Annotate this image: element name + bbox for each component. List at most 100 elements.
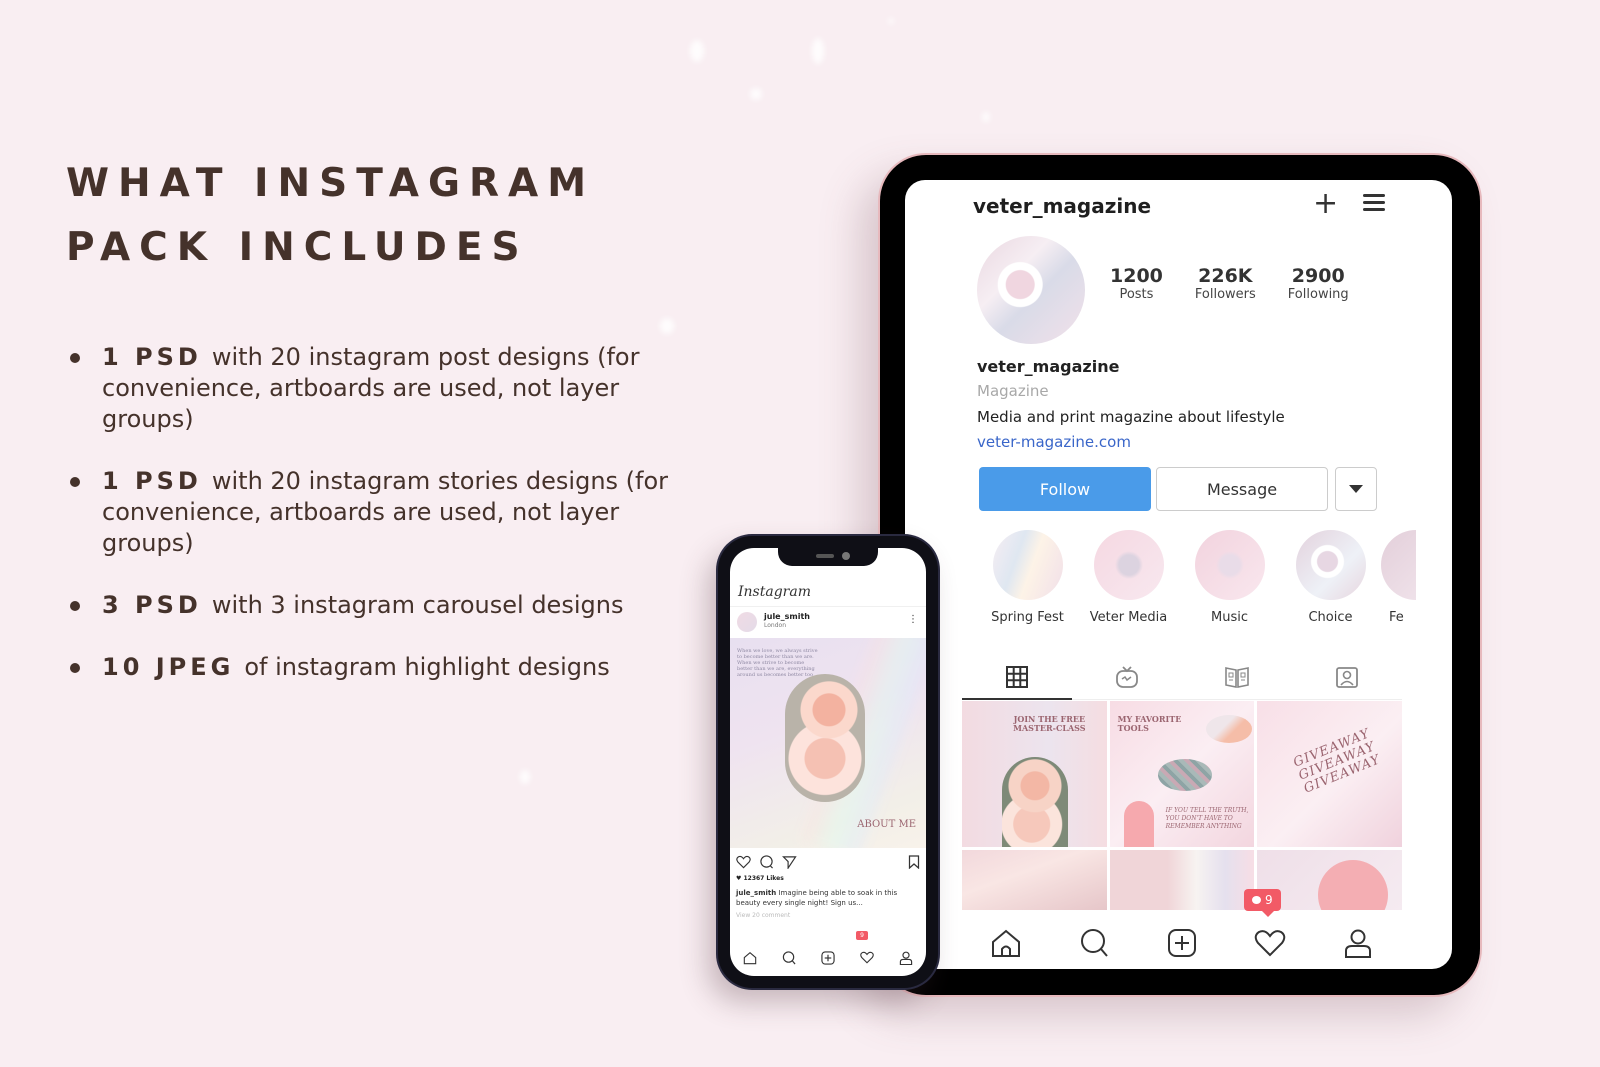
grid-post[interactable]: MY FAVORITE TOOLS IF YOU TELL THE TRUTH,… bbox=[1109, 701, 1255, 847]
profile-name: veter_magazine bbox=[977, 357, 1120, 376]
tab-igtv[interactable] bbox=[1072, 655, 1182, 699]
post-body-text: When we love, we always strive to become… bbox=[737, 648, 818, 678]
igtv-icon bbox=[1116, 666, 1138, 688]
nav-home[interactable] bbox=[988, 925, 1024, 961]
post-title: JOIN THE FREE MASTER-CLASS bbox=[1013, 714, 1086, 733]
highlight-label: Music bbox=[1211, 610, 1248, 625]
background-sparkle bbox=[750, 88, 762, 100]
flower-photo bbox=[785, 674, 865, 802]
notification-count: 9 bbox=[1265, 893, 1273, 907]
post-caption: jule_smith Imagine being able to soak in… bbox=[736, 888, 920, 908]
likes-text: 12367 Likes bbox=[743, 875, 784, 882]
bullet-icon bbox=[70, 353, 80, 363]
highlight-label: Fe bbox=[1389, 610, 1404, 625]
plus-icon[interactable]: + bbox=[1313, 186, 1338, 221]
profile-stats: 1200 Posts 226K Followers 2900 Following bbox=[1110, 265, 1381, 302]
feature-item: 10 JPEG of instagram highlight designs bbox=[70, 652, 710, 683]
story-highlights: Spring Fest Veter Media Music Choice Fe bbox=[977, 530, 1421, 625]
like-heart-icon[interactable] bbox=[736, 855, 751, 869]
search-icon[interactable] bbox=[782, 951, 796, 965]
highlight-item[interactable]: Choice bbox=[1280, 530, 1381, 625]
post-image bbox=[1157, 759, 1212, 791]
profile-icon bbox=[1345, 929, 1371, 958]
highlight-cover bbox=[1295, 530, 1366, 600]
post-username[interactable]: jule_smith bbox=[764, 612, 810, 621]
more-options-icon[interactable]: ⋮ bbox=[908, 614, 918, 625]
feature-description: with 3 instagram carousel designs bbox=[211, 591, 624, 619]
post-avatar[interactable] bbox=[737, 612, 757, 632]
posts-grid: JOIN THE FREE MASTER-CLASS MY FAVORITE T… bbox=[962, 701, 1402, 910]
search-icon bbox=[1081, 929, 1108, 957]
stat-following[interactable]: 2900 Following bbox=[1288, 265, 1349, 302]
stat-posts[interactable]: 1200 Posts bbox=[1110, 265, 1163, 302]
background-sparkle bbox=[520, 770, 530, 784]
profile-icon[interactable] bbox=[899, 951, 913, 965]
highlight-label: Spring Fest bbox=[991, 610, 1064, 625]
hamburger-menu-icon[interactable] bbox=[1363, 194, 1385, 215]
stat-value: 1200 bbox=[1110, 265, 1163, 287]
home-icon[interactable] bbox=[743, 951, 757, 965]
stat-value: 226K bbox=[1198, 265, 1253, 287]
post-image[interactable]: When we love, we always strive to become… bbox=[730, 638, 926, 848]
grid-post[interactable] bbox=[962, 850, 1107, 910]
post-title: MY FAVORITE TOOLS bbox=[1117, 714, 1182, 733]
caption-username[interactable]: jule_smith bbox=[736, 889, 776, 897]
add-post-icon bbox=[1168, 929, 1196, 957]
grid-icon bbox=[1006, 666, 1028, 688]
post-actions bbox=[736, 854, 920, 870]
profile-website-link[interactable]: veter-magazine.com bbox=[977, 433, 1131, 451]
camera-icon bbox=[842, 552, 850, 560]
stat-value: 2900 bbox=[1291, 265, 1345, 287]
grid-post[interactable] bbox=[1109, 850, 1255, 910]
highlight-item[interactable]: Music bbox=[1179, 530, 1280, 625]
comment-icon[interactable] bbox=[759, 855, 774, 869]
feature-quantity: 1 PSD bbox=[102, 343, 202, 371]
highlight-item[interactable]: Veter Media bbox=[1078, 530, 1179, 625]
notification-badge: 9 bbox=[856, 930, 868, 940]
highlight-item[interactable]: Spring Fest bbox=[977, 530, 1078, 625]
profile-tabs bbox=[962, 655, 1402, 700]
suggested-dropdown-button[interactable] bbox=[1335, 467, 1377, 511]
guides-icon bbox=[1225, 667, 1249, 688]
nav-search[interactable] bbox=[1076, 925, 1112, 961]
share-icon[interactable] bbox=[782, 855, 797, 869]
post-title: GIVEAWAY GIVEAWAY GIVEAWAY bbox=[1291, 726, 1384, 797]
nav-activity[interactable]: 9 bbox=[1244, 889, 1288, 961]
highlight-label: Choice bbox=[1308, 610, 1353, 625]
post-quote: IF YOU TELL THE TRUTH, YOU DON'T HAVE TO… bbox=[1165, 807, 1249, 830]
feature-list: 1 PSD with 20 instagram post designs (for… bbox=[70, 342, 710, 683]
view-comments-link[interactable]: View 20 comment bbox=[736, 912, 790, 919]
tab-guides[interactable] bbox=[1182, 655, 1292, 699]
background-sparkle bbox=[690, 40, 704, 62]
post-header: jule_smith London ⋮ bbox=[730, 606, 926, 639]
stat-label: Following bbox=[1287, 287, 1349, 302]
message-button[interactable]: Message bbox=[1156, 467, 1328, 511]
bookmark-icon[interactable] bbox=[908, 855, 920, 869]
nav-activity[interactable]: 9 bbox=[856, 930, 874, 968]
grid-post[interactable]: JOIN THE FREE MASTER-CLASS bbox=[962, 701, 1107, 847]
post-location[interactable]: London bbox=[764, 622, 786, 629]
post-title: ABOUT ME bbox=[857, 819, 916, 830]
feature-quantity: 3 PSD bbox=[102, 591, 202, 619]
speaker-icon bbox=[816, 554, 834, 558]
activity-heart-icon bbox=[1254, 930, 1286, 957]
likes-count: ♥ 12367 Likes bbox=[736, 875, 784, 882]
post-image bbox=[1123, 801, 1154, 847]
page-headline: WHAT INSTAGRAM PACK INCLUDES bbox=[66, 152, 595, 280]
highlight-cover bbox=[992, 530, 1063, 600]
home-icon bbox=[992, 929, 1020, 957]
tab-grid[interactable] bbox=[962, 655, 1072, 700]
nav-profile[interactable] bbox=[1340, 925, 1376, 961]
grid-post[interactable]: GIVEAWAY GIVEAWAY GIVEAWAY bbox=[1257, 701, 1402, 847]
highlight-item[interactable]: Fe bbox=[1381, 530, 1421, 625]
nav-add-post[interactable] bbox=[1164, 925, 1200, 961]
add-post-icon[interactable] bbox=[821, 951, 835, 965]
highlight-cover bbox=[1381, 530, 1416, 600]
follow-button[interactable]: Follow bbox=[979, 467, 1151, 511]
profile-avatar[interactable] bbox=[977, 236, 1085, 344]
stat-followers[interactable]: 226K Followers bbox=[1195, 265, 1256, 302]
stat-label: Posts bbox=[1119, 287, 1154, 302]
phone-bottom-navigation: 9 bbox=[730, 930, 926, 972]
tab-tagged[interactable] bbox=[1292, 655, 1402, 699]
background-sparkle bbox=[888, 18, 894, 24]
